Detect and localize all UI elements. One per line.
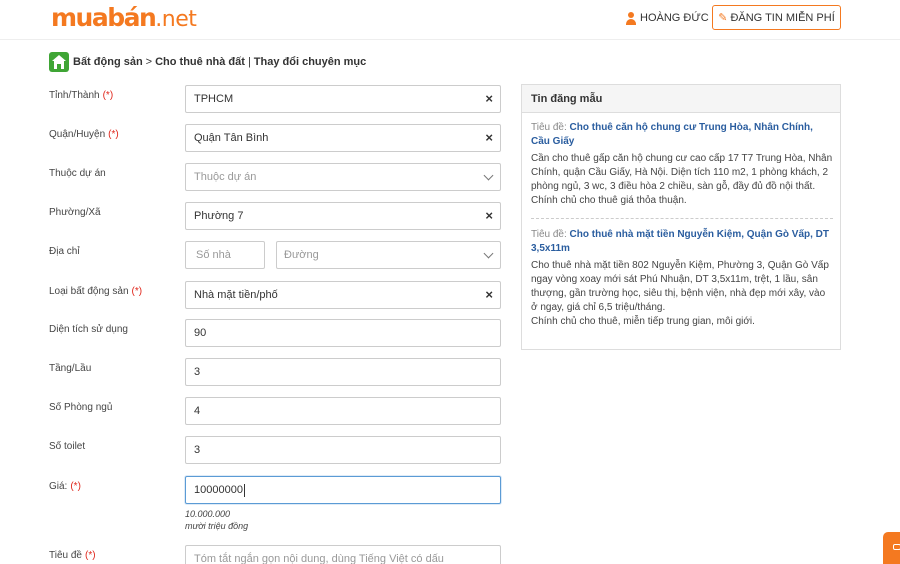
price-row: Giá: (*) 10000000 — [49, 476, 501, 504]
price-hint: 10.000.000 mười triệu đồng — [185, 508, 248, 532]
sample-ads-panel: Tin đăng mẫu Tiêu đề: Cho thuê căn hộ ch… — [521, 84, 841, 350]
price-input[interactable]: 10000000 — [185, 476, 501, 504]
title-row: Tiêu đề (*) Tóm tắt ngắn gọn nội dung, dù… — [49, 545, 501, 564]
text-caret — [243, 483, 245, 497]
sample-ad-body: Cần cho thuê gấp căn hộ chung cư cao cấp… — [531, 153, 833, 206]
project-select[interactable]: Thuộc dự án — [185, 163, 501, 191]
house-number-input[interactable]: Số nhà — [185, 241, 265, 269]
pencil-icon: ✎ — [718, 12, 728, 24]
ward-select[interactable]: Phường 7 × — [185, 202, 501, 230]
breadcrumb-separator: > — [145, 56, 153, 68]
area-row: Diện tích sử dụng 90 — [49, 319, 501, 347]
sample-ad-1: Tiêu đề: Cho thuê căn hộ chung cư Trung … — [531, 121, 833, 208]
sample-divider — [531, 218, 833, 219]
area-input[interactable]: 90 — [185, 319, 501, 347]
province-row: Tỉnh/Thành (*) TPHCM × — [49, 85, 501, 113]
sample-ad-2: Tiêu đề: Cho thuê nhà mặt tiền Nguyễn Ki… — [531, 228, 833, 329]
price-in-words: mười triệu đồng — [185, 521, 249, 531]
floors-label: Tầng/Lầu — [49, 363, 92, 374]
site-logo[interactable]: muabán.net — [51, 4, 197, 34]
breadcrumb-real-estate[interactable]: Bất động sản — [73, 56, 143, 68]
property-type-row: Loại bất động sản (*) Nhà mặt tiền/phố × — [49, 281, 501, 309]
clear-icon[interactable]: × — [485, 288, 493, 302]
sample-panel-title: Tin đăng mẫu — [522, 85, 840, 113]
change-category-link[interactable]: Thay đổi chuyên mục — [254, 56, 366, 68]
title-input[interactable]: Tóm tắt ngắn gọn nội dung, dùng Tiếng Vi… — [185, 545, 501, 564]
post-free-ad-button[interactable]: ✎ ĐĂNG TIN MIỄN PHÍ — [712, 5, 841, 30]
breadcrumb-divider: | — [247, 56, 251, 68]
user-icon — [625, 11, 637, 25]
toilets-input[interactable]: 3 — [185, 436, 501, 464]
site-header: muabán.net HOÀNG ĐỨC ✎ ĐĂNG TIN MIỄN PHÍ — [0, 0, 900, 40]
toilets-row: Số toilet 3 — [49, 436, 501, 464]
chevron-down-icon — [483, 170, 494, 181]
breadcrumb-rent-property[interactable]: Cho thuê nhà đất — [155, 56, 245, 68]
price-label: Giá: (*) — [49, 481, 81, 492]
toilets-label: Số toilet — [49, 441, 86, 452]
chevron-down-icon — [483, 248, 494, 259]
chat-tab[interactable] — [883, 532, 900, 564]
property-type-select[interactable]: Nhà mặt tiền/phố × — [185, 281, 501, 309]
property-type-label: Loại bất động sản (*) — [49, 286, 143, 297]
project-label: Thuộc dự án — [49, 168, 106, 179]
user-name: HOÀNG ĐỨC — [640, 12, 709, 24]
sample-ad-title: Tiêu đề: Cho thuê nhà mặt tiền Nguyễn Ki… — [531, 229, 830, 254]
address-label: Địa chỉ — [49, 246, 80, 257]
chat-icon — [893, 544, 900, 550]
clear-icon[interactable]: × — [485, 131, 493, 145]
ward-label: Phường/Xã — [49, 207, 101, 218]
bedrooms-input[interactable]: 4 — [185, 397, 501, 425]
bedrooms-row: Số Phòng ngủ 4 — [49, 397, 501, 425]
user-menu[interactable]: HOÀNG ĐỨC — [625, 10, 709, 26]
price-formatted: 10.000.000 — [185, 509, 231, 519]
province-label: Tỉnh/Thành (*) — [49, 90, 114, 101]
floors-input[interactable]: 3 — [185, 358, 501, 386]
breadcrumb: Bất động sản > Cho thuê nhà đất | Thay đ… — [49, 51, 366, 73]
address-row: Địa chỉ Số nhà Đường — [49, 241, 501, 269]
sample-ad-body-extra: Chính chủ cho thuê, miễn tiếp trung gian… — [531, 316, 755, 327]
home-icon[interactable] — [49, 52, 69, 72]
title-label: Tiêu đề (*) — [49, 550, 96, 561]
province-select[interactable]: TPHCM × — [185, 85, 501, 113]
clear-icon[interactable]: × — [485, 92, 493, 106]
floors-row: Tầng/Lầu 3 — [49, 358, 501, 386]
district-row: Quận/Huyện (*) Quận Tân Bình × — [49, 124, 501, 152]
clear-icon[interactable]: × — [485, 209, 493, 223]
project-row: Thuộc dự án Thuộc dự án — [49, 163, 501, 191]
ward-row: Phường/Xã Phường 7 × — [49, 202, 501, 230]
post-free-ad-label: ĐĂNG TIN MIỄN PHÍ — [730, 11, 835, 24]
district-label: Quận/Huyện (*) — [49, 129, 119, 140]
district-select[interactable]: Quận Tân Bình × — [185, 124, 501, 152]
area-label: Diện tích sử dụng — [49, 324, 128, 335]
street-select[interactable]: Đường — [276, 241, 501, 269]
sample-ad-title: Tiêu đề: Cho thuê căn hộ chung cư Trung … — [531, 122, 813, 147]
bedrooms-label: Số Phòng ngủ — [49, 402, 113, 413]
sample-ad-body: Cho thuê nhà mặt tiền 802 Nguyễn Kiệm, P… — [531, 260, 829, 313]
